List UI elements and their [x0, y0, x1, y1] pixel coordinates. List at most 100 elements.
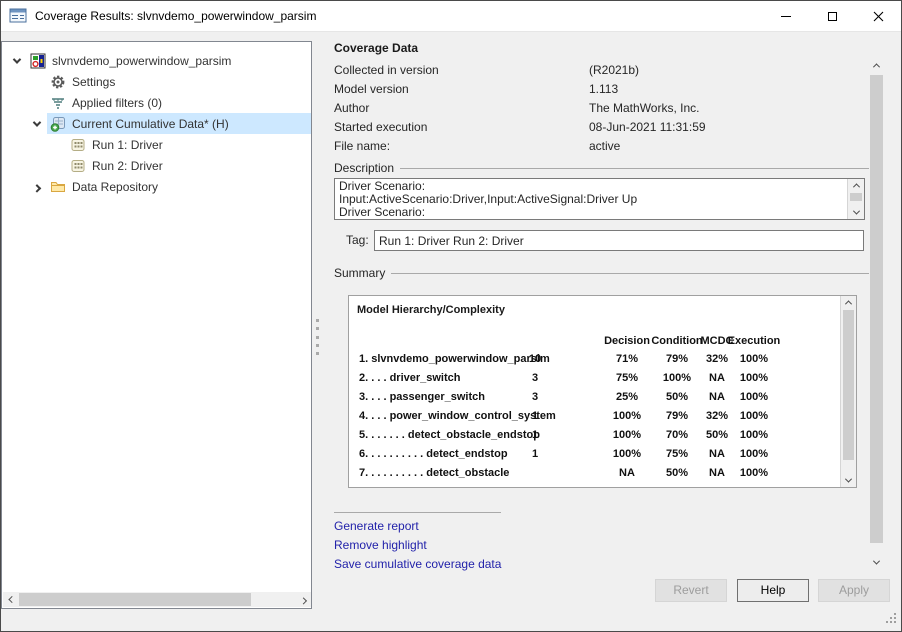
description-group-header: Description: [334, 161, 871, 175]
summary-table: Model Hierarchy/Complexity Decision Cond…: [348, 295, 857, 488]
summary-cell-mcdc: NA: [709, 388, 725, 407]
scroll-down-arrow-icon[interactable]: [841, 474, 856, 487]
summary-label: Summary: [334, 266, 385, 280]
description-label: Description: [334, 161, 394, 175]
field-label: File name:: [334, 139, 390, 153]
minimize-button[interactable]: [763, 1, 809, 32]
help-button[interactable]: Help: [737, 579, 809, 602]
cumulative-data-icon: [50, 116, 66, 132]
tree-item-settings[interactable]: Settings: [3, 71, 311, 92]
save-cumulative-coverage-link[interactable]: Save cumulative coverage data: [334, 557, 501, 571]
scroll-down-arrow-icon[interactable]: [869, 556, 884, 569]
summary-cell-condition: 50%: [666, 388, 688, 407]
resize-grip[interactable]: [885, 612, 897, 627]
run-icon: [70, 137, 86, 153]
window-title: Coverage Results: slvnvdemo_powerwindow_…: [35, 9, 316, 23]
summary-table-row: 2. . . . driver_switch375%100%NA100%: [357, 369, 827, 388]
summary-cell-condition: 79%: [666, 350, 688, 369]
apply-button[interactable]: Apply: [818, 579, 890, 602]
scroll-up-arrow-icon[interactable]: [869, 59, 884, 72]
chevron-down-icon[interactable]: [27, 113, 47, 134]
summary-cell-execution: 100%: [740, 369, 768, 388]
summary-table-header-row: Decision Condition MCDC Execution: [357, 332, 827, 351]
main-vertical-scrollbar[interactable]: [869, 59, 884, 569]
field-started-execution: Started execution 08-Jun-2021 11:31:59: [334, 120, 854, 136]
tree-item-label: Run 1: Driver: [92, 138, 163, 152]
tree-item-label: Run 2: Driver: [92, 159, 163, 173]
summary-cell-mcdc: NA: [709, 464, 725, 483]
summary-table-row: 5. . . . . . . detect_obstacle_endstop11…: [357, 426, 827, 445]
column-header-condition: Condition: [651, 332, 702, 351]
summary-cell-decision: 75%: [616, 369, 638, 388]
app-icon: [9, 8, 27, 24]
maximize-icon: [828, 12, 837, 21]
field-value: 1.113: [589, 82, 618, 96]
summary-table-row: 8. . . . . . . validate_driverNA100%60%1…: [357, 483, 827, 487]
summary-cell-execution: 100%: [740, 388, 768, 407]
field-author: Author The MathWorks, Inc.: [334, 101, 854, 117]
description-text: Driver Scenario: Input:ActiveScenario:Dr…: [339, 180, 844, 218]
column-header-decision: Decision: [604, 332, 650, 351]
summary-cell-mcdc: 60%: [706, 483, 728, 487]
summary-cell-condition: 79%: [666, 407, 688, 426]
scroll-down-arrow-icon[interactable]: [848, 206, 864, 219]
summary-cell-condition: 50%: [666, 464, 688, 483]
summary-cell-execution: 100%: [740, 407, 768, 426]
tree-item-label: Current Cumulative Data* (H): [72, 117, 229, 131]
summary-cell-complexity: 3: [532, 388, 538, 407]
tree-item-data-repository[interactable]: Data Repository: [3, 176, 311, 197]
summary-cell-name: 1. slvnvdemo_powerwindow_parsim: [359, 350, 550, 369]
field-label: Author: [334, 101, 369, 115]
summary-cell-execution: 100%: [740, 464, 768, 483]
scroll-left-arrow-icon[interactable]: [3, 592, 18, 607]
description-textarea[interactable]: Driver Scenario: Input:ActiveScenario:Dr…: [334, 178, 865, 220]
field-label: Collected in version: [334, 63, 439, 77]
tag-input[interactable]: [374, 230, 864, 251]
tree-item-current-cumulative-data[interactable]: Current Cumulative Data* (H): [3, 113, 311, 134]
summary-table-scrollbar[interactable]: [840, 296, 856, 487]
scrollbar-thumb[interactable]: [850, 193, 862, 201]
summary-cell-complexity: 1: [532, 407, 538, 426]
summary-cell-mcdc: NA: [709, 369, 725, 388]
maximize-button[interactable]: [809, 1, 855, 32]
tree-item-run-2[interactable]: Run 2: Driver: [3, 155, 311, 176]
description-scrollbar[interactable]: [847, 179, 864, 219]
remove-highlight-link[interactable]: Remove highlight: [334, 538, 427, 552]
scroll-right-arrow-icon[interactable]: [296, 592, 311, 607]
summary-cell-decision: NA: [619, 483, 635, 487]
scrollbar-thumb[interactable]: [843, 310, 854, 460]
folder-icon: [50, 179, 66, 195]
summary-cell-name: 7. . . . . . . . . . detect_obstacle: [359, 464, 509, 483]
summary-cell-mcdc: NA: [709, 445, 725, 464]
tree-item-model[interactable]: slvnvdemo_powerwindow_parsim: [3, 50, 311, 71]
summary-table-row: 4. . . . power_window_control_system1100…: [357, 407, 827, 426]
scrollbar-thumb[interactable]: [870, 75, 883, 543]
summary-cell-mcdc: 32%: [706, 407, 728, 426]
summary-cell-complexity: 3: [532, 369, 538, 388]
summary-cell-decision: NA: [619, 464, 635, 483]
generate-report-link[interactable]: Generate report: [334, 519, 419, 533]
coverage-data-heading: Coverage Data: [334, 41, 418, 55]
field-label: Model version: [334, 82, 409, 96]
field-value: The MathWorks, Inc.: [589, 101, 699, 115]
tree-item-run-1[interactable]: Run 1: Driver: [3, 134, 311, 155]
results-tree-panel: slvnvdemo_powerwindow_parsim Settings: [1, 41, 312, 609]
tree-item-applied-filters[interactable]: Applied filters (0): [3, 92, 311, 113]
scroll-up-arrow-icon[interactable]: [848, 179, 864, 192]
summary-cell-decision: 100%: [613, 407, 641, 426]
tree-horizontal-scrollbar[interactable]: [3, 592, 311, 607]
tree-item-label: slvnvdemo_powerwindow_parsim: [52, 54, 231, 68]
chevron-down-icon[interactable]: [7, 50, 27, 71]
chevron-right-icon[interactable]: [27, 176, 47, 197]
panel-splitter[interactable]: [314, 319, 320, 355]
summary-cell-decision: 71%: [616, 350, 638, 369]
tree-item-label: Settings: [72, 75, 115, 89]
close-button[interactable]: [855, 1, 901, 32]
summary-cell-execution: 100%: [740, 483, 768, 487]
coverage-results-window: Coverage Results: slvnvdemo_powerwindow_…: [0, 0, 902, 632]
scroll-up-arrow-icon[interactable]: [841, 296, 856, 309]
summary-cell-name: 5. . . . . . . detect_obstacle_endstop: [359, 426, 540, 445]
tree-item-label: Data Repository: [72, 180, 158, 194]
revert-button[interactable]: Revert: [655, 579, 727, 602]
scrollbar-thumb[interactable]: [19, 593, 251, 606]
